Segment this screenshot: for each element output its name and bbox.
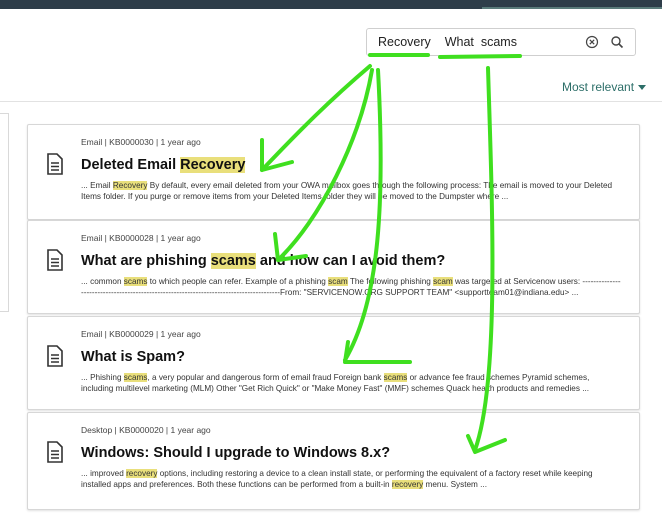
result-title[interactable]: What are phishing scams and how can I av… [81,253,445,269]
result-card[interactable]: Email | KB0000030 | 1 year ago Deleted E… [27,124,640,220]
top-bar [0,0,662,9]
sort-label: Most relevant [562,80,635,94]
search-query: Recovery What scams [378,35,517,49]
top-bar-accent [482,7,662,9]
result-meta: Email | KB0000029 | 1 year ago [81,329,201,339]
result-title[interactable]: Windows: Should I upgrade to Windows 8.x… [81,445,390,461]
result-snippet: ... improved recovery options, including… [81,469,593,489]
search-icon[interactable] [610,35,624,49]
result-title[interactable]: Deleted Email Recovery [81,157,246,173]
clear-search-icon[interactable] [585,35,599,49]
chevron-down-icon [638,85,647,91]
document-icon [47,249,63,271]
result-title[interactable]: What is Spam? [81,349,185,365]
document-icon [47,441,63,463]
search-input[interactable]: Recovery What scams [366,28,636,56]
result-card[interactable]: Desktop | KB0000020 | 1 year ago Windows… [27,412,640,510]
underline-what-scams [438,54,522,59]
header-divider [0,101,662,102]
result-card[interactable]: Email | KB0000028 | 1 year ago What are … [27,220,640,314]
sort-dropdown[interactable]: Most relevant [562,80,647,94]
result-snippet: ... common scams to which people can ref… [81,277,621,297]
result-meta: Email | KB0000030 | 1 year ago [81,137,201,147]
result-card[interactable]: Email | KB0000029 | 1 year ago What is S… [27,316,640,410]
result-snippet: ... Email Recovery By default, every ema… [81,181,613,201]
result-meta: Desktop | KB0000020 | 1 year ago [81,425,211,435]
result-snippet: ... Phishing scams, a very popular and d… [81,373,590,393]
result-meta: Email | KB0000028 | 1 year ago [81,233,201,243]
document-icon [47,153,63,175]
document-icon [47,345,63,367]
left-filter-panel [0,113,9,312]
